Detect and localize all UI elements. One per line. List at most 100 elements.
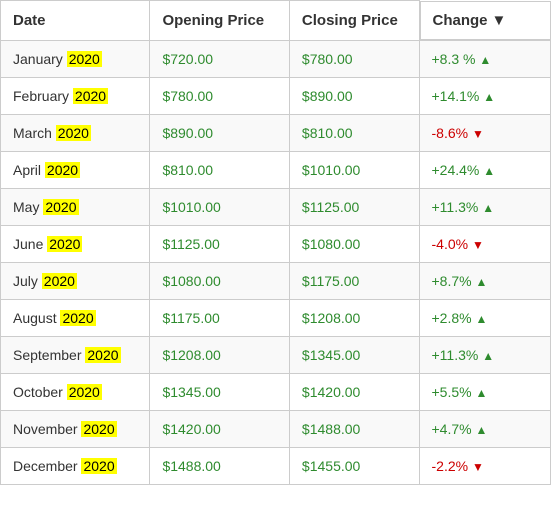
price-table: Date Opening Price Closing Price Change … — [0, 0, 551, 485]
closing-price-cell: $890.00 — [289, 77, 419, 114]
opening-price-cell: $780.00 — [150, 77, 289, 114]
table-row: September 2020$1208.00$1345.00+11.3% ▲ — [1, 336, 551, 373]
opening-price-cell: $810.00 — [150, 151, 289, 188]
change-cell: -4.0% ▼ — [419, 225, 551, 262]
change-cell: -2.2% ▼ — [419, 447, 551, 484]
change-value: +5.5% — [432, 384, 472, 400]
date-cell: June 2020 — [1, 225, 150, 262]
change-cell: +24.4% ▲ — [419, 151, 551, 188]
opening-price-cell: $1345.00 — [150, 373, 289, 410]
year-highlight: 2020 — [81, 458, 116, 474]
change-value: +11.3% — [432, 199, 479, 215]
change-value: +24.4% — [432, 162, 480, 178]
date-cell: April 2020 — [1, 151, 150, 188]
date-cell: July 2020 — [1, 262, 150, 299]
opening-price-cell: $1488.00 — [150, 447, 289, 484]
date-cell: December 2020 — [1, 447, 150, 484]
date-cell: March 2020 — [1, 114, 150, 151]
header-opening: Opening Price — [150, 1, 289, 41]
up-arrow-icon: ▲ — [475, 312, 487, 326]
down-arrow-icon: ▼ — [472, 460, 484, 474]
up-arrow-icon: ▲ — [483, 164, 495, 178]
opening-price-cell: $1208.00 — [150, 336, 289, 373]
sort-arrow-icon[interactable]: ▼ — [492, 12, 507, 29]
change-cell: +5.5% ▲ — [419, 373, 551, 410]
closing-price-cell: $1010.00 — [289, 151, 419, 188]
closing-price-cell: $1420.00 — [289, 373, 419, 410]
change-value: +8.3 % — [432, 51, 476, 67]
date-cell: May 2020 — [1, 188, 150, 225]
year-highlight: 2020 — [60, 310, 95, 326]
date-cell: November 2020 — [1, 410, 150, 447]
up-arrow-icon: ▲ — [475, 423, 487, 437]
change-value: +11.3% — [432, 347, 479, 363]
closing-price-cell: $1455.00 — [289, 447, 419, 484]
date-cell: September 2020 — [1, 336, 150, 373]
closing-price-cell: $1175.00 — [289, 262, 419, 299]
down-arrow-icon: ▼ — [472, 238, 484, 252]
year-highlight: 2020 — [67, 51, 102, 67]
change-cell: +14.1% ▲ — [419, 77, 551, 114]
closing-price-cell: $1080.00 — [289, 225, 419, 262]
table-row: December 2020$1488.00$1455.00-2.2% ▼ — [1, 447, 551, 484]
change-cell: +8.3 % ▲ — [419, 40, 551, 77]
closing-price-cell: $1208.00 — [289, 299, 419, 336]
table-row: November 2020$1420.00$1488.00+4.7% ▲ — [1, 410, 551, 447]
year-highlight: 2020 — [73, 88, 108, 104]
change-value: +2.8% — [432, 310, 472, 326]
opening-price-cell: $1125.00 — [150, 225, 289, 262]
table-row: May 2020$1010.00$1125.00+11.3% ▲ — [1, 188, 551, 225]
opening-price-cell: $1420.00 — [150, 410, 289, 447]
year-highlight: 2020 — [45, 162, 80, 178]
year-highlight: 2020 — [42, 273, 77, 289]
table-row: July 2020$1080.00$1175.00+8.7% ▲ — [1, 262, 551, 299]
year-highlight: 2020 — [81, 421, 116, 437]
closing-price-cell: $1125.00 — [289, 188, 419, 225]
opening-price-cell: $1080.00 — [150, 262, 289, 299]
closing-price-cell: $780.00 — [289, 40, 419, 77]
year-highlight: 2020 — [67, 384, 102, 400]
down-arrow-icon: ▼ — [472, 127, 484, 141]
table-row: June 2020$1125.00$1080.00-4.0% ▼ — [1, 225, 551, 262]
year-highlight: 2020 — [56, 125, 91, 141]
change-cell: +4.7% ▲ — [419, 410, 551, 447]
change-cell: +8.7% ▲ — [419, 262, 551, 299]
header-date: Date — [1, 1, 150, 41]
change-value: -2.2% — [432, 458, 469, 474]
date-cell: February 2020 — [1, 77, 150, 114]
table-row: March 2020$890.00$810.00-8.6% ▼ — [1, 114, 551, 151]
up-arrow-icon: ▲ — [482, 349, 494, 363]
opening-price-cell: $890.00 — [150, 114, 289, 151]
year-highlight: 2020 — [47, 236, 82, 252]
change-cell: +2.8% ▲ — [419, 299, 551, 336]
header-change: Change ▼ — [420, 1, 551, 40]
change-value: +14.1% — [432, 88, 480, 104]
change-value: -4.0% — [432, 236, 469, 252]
change-cell: -8.6% ▼ — [419, 114, 551, 151]
up-arrow-icon: ▲ — [475, 275, 487, 289]
table-row: August 2020$1175.00$1208.00+2.8% ▲ — [1, 299, 551, 336]
table-row: October 2020$1345.00$1420.00+5.5% ▲ — [1, 373, 551, 410]
header-closing: Closing Price — [289, 1, 419, 41]
year-highlight: 2020 — [43, 199, 78, 215]
change-value: +4.7% — [432, 421, 472, 437]
opening-price-cell: $1010.00 — [150, 188, 289, 225]
change-value: +8.7% — [432, 273, 472, 289]
up-arrow-icon: ▲ — [482, 201, 494, 215]
up-arrow-icon: ▲ — [479, 53, 491, 67]
table-row: February 2020$780.00$890.00+14.1% ▲ — [1, 77, 551, 114]
closing-price-cell: $810.00 — [289, 114, 419, 151]
table-row: April 2020$810.00$1010.00+24.4% ▲ — [1, 151, 551, 188]
opening-price-cell: $1175.00 — [150, 299, 289, 336]
table-row: January 2020$720.00$780.00+8.3 % ▲ — [1, 40, 551, 77]
date-cell: October 2020 — [1, 373, 150, 410]
date-cell: August 2020 — [1, 299, 150, 336]
change-cell: +11.3% ▲ — [419, 336, 551, 373]
date-cell: January 2020 — [1, 40, 150, 77]
change-cell: +11.3% ▲ — [419, 188, 551, 225]
closing-price-cell: $1488.00 — [289, 410, 419, 447]
closing-price-cell: $1345.00 — [289, 336, 419, 373]
up-arrow-icon: ▲ — [475, 386, 487, 400]
opening-price-cell: $720.00 — [150, 40, 289, 77]
change-value: -8.6% — [432, 125, 469, 141]
